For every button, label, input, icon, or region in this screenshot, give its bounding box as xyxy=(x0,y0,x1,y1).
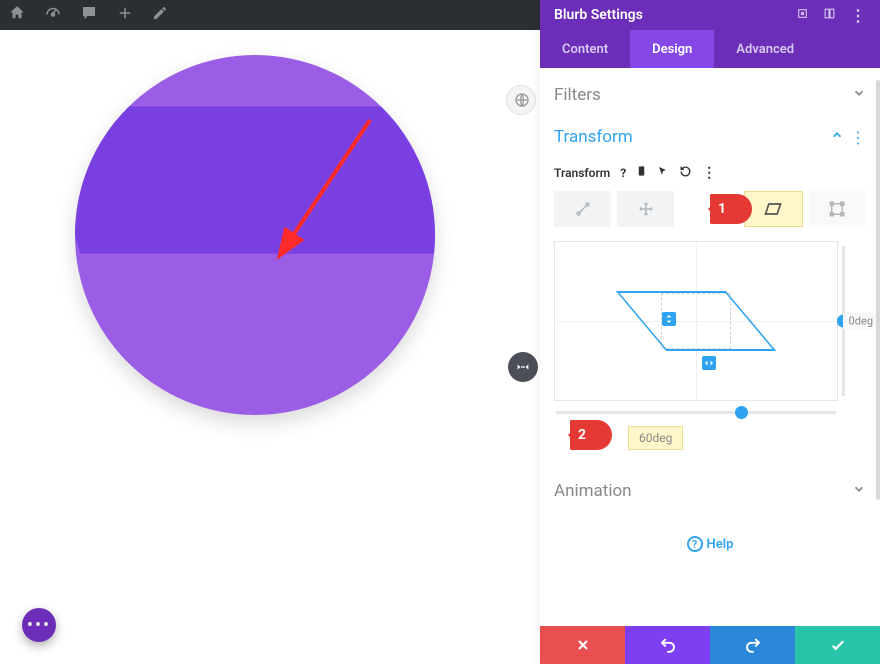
help-label: Help xyxy=(707,537,734,552)
editor-canvas: ••• xyxy=(0,30,540,664)
transform-label: Transform xyxy=(554,166,610,180)
tab-content[interactable]: Content xyxy=(540,30,630,68)
expand-icon[interactable] xyxy=(796,7,809,24)
section-label: Transform xyxy=(554,127,633,147)
chevron-down-icon xyxy=(852,481,866,501)
skew-x-slider[interactable] xyxy=(556,411,836,414)
panel-title: Blurb Settings xyxy=(554,7,643,23)
home-icon[interactable] xyxy=(8,4,26,26)
chevron-up-icon xyxy=(830,127,844,147)
panel-tabs: Content Design Advanced xyxy=(540,30,880,68)
scrollbar[interactable] xyxy=(876,80,880,500)
hover-icon[interactable] xyxy=(657,164,669,181)
circle-stripe xyxy=(75,106,435,253)
section-label: Filters xyxy=(554,85,601,105)
globe-icon[interactable] xyxy=(506,85,536,115)
redo-button[interactable] xyxy=(710,626,795,664)
snap-icon[interactable] xyxy=(823,7,836,24)
comment-icon[interactable] xyxy=(80,4,98,26)
phone-icon[interactable] xyxy=(636,164,647,181)
cancel-button[interactable] xyxy=(540,626,625,664)
transform-controls: Transform ? ⋮ 1 xyxy=(554,158,866,470)
section-transform[interactable]: Transform ⋮ xyxy=(554,116,866,158)
skew-handle-vertical[interactable] xyxy=(662,312,676,326)
mode-skew[interactable] xyxy=(744,191,803,227)
panel-resize-handle[interactable] xyxy=(508,352,538,382)
page-settings-fab[interactable]: ••• xyxy=(22,608,56,642)
section-more-icon[interactable]: ⋮ xyxy=(850,128,866,147)
gauge-icon[interactable] xyxy=(44,4,62,26)
tab-advanced[interactable]: Advanced xyxy=(714,30,816,68)
section-filters[interactable]: Filters xyxy=(554,74,866,116)
tab-design[interactable]: Design xyxy=(630,30,714,68)
transform-preview[interactable]: 0deg xyxy=(554,241,838,401)
mode-origin[interactable] xyxy=(809,191,866,227)
reset-icon[interactable] xyxy=(679,165,692,181)
panel-footer xyxy=(540,626,880,664)
section-label: Animation xyxy=(554,481,632,501)
annotation-arrow-icon xyxy=(260,110,380,284)
skew-y-value: 0deg xyxy=(843,313,879,330)
more-icon[interactable]: ⋮ xyxy=(850,6,866,25)
panel-body: Filters Transform ⋮ Transform ? ⋮ xyxy=(540,68,880,626)
section-animation[interactable]: Animation xyxy=(554,470,866,512)
callout-1: 1 xyxy=(710,194,752,224)
mode-scale[interactable] xyxy=(554,191,611,227)
transform-modes: 1 xyxy=(554,191,866,227)
skew-x-value[interactable]: 60deg xyxy=(628,426,683,450)
panel-header: Blurb Settings ⋮ xyxy=(540,0,880,30)
skew-handle-horizontal[interactable] xyxy=(702,356,716,370)
toolbar-more-icon[interactable]: ⋮ xyxy=(702,165,716,181)
help-link[interactable]: ? Help xyxy=(554,512,866,576)
undo-button[interactable] xyxy=(625,626,710,664)
mode-translate[interactable] xyxy=(617,191,674,227)
pencil-icon[interactable] xyxy=(152,5,168,25)
transform-toolbar: Transform ? ⋮ xyxy=(554,164,866,181)
settings-panel: Blurb Settings ⋮ Content Design Advanced… xyxy=(540,0,880,664)
slider-thumb[interactable] xyxy=(735,406,748,419)
chevron-down-icon xyxy=(852,85,866,105)
help-icon: ? xyxy=(687,536,703,552)
blurb-image-circle[interactable] xyxy=(75,55,435,415)
save-button[interactable] xyxy=(795,626,880,664)
plus-icon[interactable] xyxy=(116,4,134,26)
help-icon[interactable]: ? xyxy=(620,166,626,180)
preview-skewed-shape xyxy=(616,291,776,351)
callout-2: 2 xyxy=(570,420,612,450)
